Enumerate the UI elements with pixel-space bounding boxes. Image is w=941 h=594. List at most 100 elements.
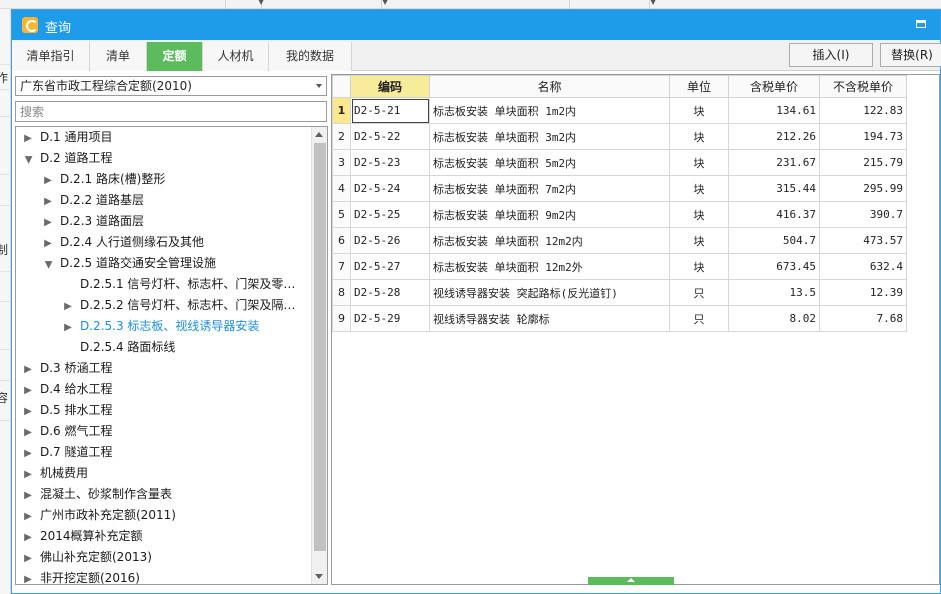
cell-code[interactable]: D2-5-22 <box>350 123 430 150</box>
insert-button[interactable]: 插入(I) <box>789 43 873 67</box>
expand-arrow-icon[interactable]: ▶ <box>42 171 54 191</box>
tree-node[interactable]: D.2.5.1 信号灯杆、标志杆、门架及零… <box>80 274 295 294</box>
tree-scrollbar[interactable] <box>311 127 327 584</box>
column-header-name[interactable]: 名称 <box>429 75 670 98</box>
column-header-tax-price[interactable]: 含税单价 <box>728 75 820 98</box>
panel-resize-handle[interactable] <box>588 577 674 585</box>
cell-unit[interactable]: 只 <box>669 279 729 306</box>
expand-arrow-icon[interactable]: ▶ <box>22 444 34 464</box>
column-header-code[interactable]: 编码 <box>350 75 430 98</box>
expand-arrow-icon[interactable]: ▶ <box>22 381 34 401</box>
table-row[interactable]: 7 D2-5-27 标志板安装 单块面积 12m2外 块 673.45 632.… <box>332 253 907 280</box>
cell-unit[interactable]: 块 <box>669 253 729 280</box>
cell-notax-price[interactable]: 473.57 <box>819 227 907 254</box>
tree-node[interactable]: ▶ D.1 通用项目 <box>22 127 112 147</box>
cell-tax-price[interactable]: 504.7 <box>728 227 820 254</box>
tree-node[interactable]: ▶ D.2 道路工程 <box>22 148 113 168</box>
cell-name[interactable]: 视线诱导器安装 轮廓标 <box>429 305 670 332</box>
cell-unit[interactable]: 块 <box>669 149 729 176</box>
cell-notax-price[interactable]: 12.39 <box>819 279 907 306</box>
cell-tax-price[interactable]: 134.61 <box>728 97 820 124</box>
collapse-arrow-icon[interactable]: ▶ <box>38 259 58 271</box>
cell-tax-price[interactable]: 315.44 <box>728 175 820 202</box>
cell-name[interactable]: 标志板安装 单块面积 12m2外 <box>429 253 670 280</box>
cell-tax-price[interactable]: 673.45 <box>728 253 820 280</box>
table-row[interactable]: 2 D2-5-22 标志板安装 单块面积 3m2内 块 212.26 194.7… <box>332 123 907 150</box>
table-row[interactable]: 5 D2-5-25 标志板安装 单块面积 9m2内 块 416.37 390.7 <box>332 201 907 228</box>
dialog-titlebar[interactable]: 查询 <box>12 10 940 40</box>
expand-arrow-icon[interactable]: ▶ <box>22 402 34 422</box>
cell-name[interactable]: 标志板安装 单块面积 7m2内 <box>429 175 670 202</box>
tree-node[interactable]: ▶ 佛山补充定额(2013) <box>22 547 152 567</box>
table-row[interactable]: 1 D2-5-21 标志板安装 单块面积 1m2内 块 134.61 122.8… <box>332 97 907 124</box>
cell-name[interactable]: 标志板安装 单块面积 5m2内 <box>429 149 670 176</box>
search-input[interactable] <box>15 101 327 122</box>
replace-button[interactable]: 替换(R) <box>880 43 941 67</box>
cell-name[interactable]: 视线诱导器安装 突起路标(反光道钉) <box>429 279 670 306</box>
cell-notax-price[interactable]: 390.7 <box>819 201 907 228</box>
tab-quota[interactable]: 定额 <box>147 42 203 71</box>
cell-tax-price[interactable]: 13.5 <box>728 279 820 306</box>
column-header-notax-price[interactable]: 不含税单价 <box>819 75 907 98</box>
cell-unit[interactable]: 块 <box>669 123 729 150</box>
scroll-up-icon[interactable] <box>315 132 323 137</box>
tree-node[interactable]: ▶ 2014概算补充定额 <box>22 526 142 546</box>
tree-node[interactable]: ▶ D.2.1 路床(槽)整形 <box>42 169 165 189</box>
tree-node[interactable]: ▶ D.2.5 道路交通安全管理设施 <box>42 253 216 273</box>
cell-tax-price[interactable]: 8.02 <box>728 305 820 332</box>
expand-arrow-icon[interactable]: ▶ <box>42 234 54 254</box>
expand-arrow-icon[interactable]: ▶ <box>22 486 34 506</box>
cell-unit[interactable]: 块 <box>669 175 729 202</box>
expand-arrow-icon[interactable]: ▶ <box>42 213 54 233</box>
table-row[interactable]: 9 D2-5-29 视线诱导器安装 轮廓标 只 8.02 7.68 <box>332 305 907 332</box>
cell-code[interactable]: D2-5-29 <box>350 305 430 332</box>
tree-node-selected[interactable]: ▶ D.2.5.3 标志板、视线诱导器安装 <box>62 316 259 336</box>
tree-node[interactable]: ▶ 广州市政补充定额(2011) <box>22 505 176 525</box>
cell-code[interactable]: D2-5-28 <box>350 279 430 306</box>
tree-node[interactable]: ▶ D.6 燃气工程 <box>22 421 112 443</box>
table-row[interactable]: 8 D2-5-28 视线诱导器安装 突起路标(反光道钉) 只 13.5 12.3… <box>332 279 907 306</box>
expand-arrow-icon[interactable]: ▶ <box>22 423 34 443</box>
tree-node[interactable]: ▶ D.2.4 人行道侧缘石及其他 <box>42 232 204 252</box>
expand-arrow-icon[interactable]: ▶ <box>42 192 54 212</box>
expand-arrow-icon[interactable]: ▶ <box>22 465 34 485</box>
cell-code[interactable]: D2-5-27 <box>350 253 430 280</box>
tree-node[interactable]: ▶ 机械费用 <box>22 463 88 483</box>
scrollbar-thumb[interactable] <box>314 143 326 551</box>
tree-node[interactable]: ▶ D.3 桥涵工程 <box>22 358 112 380</box>
tab-bill[interactable]: 清单 <box>90 42 147 71</box>
cell-code[interactable]: D2-5-21 <box>350 97 430 124</box>
cell-notax-price[interactable]: 194.73 <box>819 123 907 150</box>
cell-notax-price[interactable]: 295.99 <box>819 175 907 202</box>
expand-arrow-icon[interactable]: ▶ <box>22 507 34 527</box>
tree-node[interactable]: ▶ D.2.5.2 信号灯杆、标志杆、门架及隔… <box>62 295 295 315</box>
cell-unit[interactable]: 块 <box>669 201 729 228</box>
table-row[interactable]: 3 D2-5-23 标志板安装 单块面积 5m2内 块 231.67 215.7… <box>332 149 907 176</box>
cell-notax-price[interactable]: 122.83 <box>819 97 907 124</box>
column-header-unit[interactable]: 单位 <box>669 75 729 98</box>
expand-arrow-icon[interactable]: ▶ <box>62 318 74 338</box>
cell-name[interactable]: 标志板安装 单块面积 12m2内 <box>429 227 670 254</box>
cell-name[interactable]: 标志板安装 单块面积 1m2内 <box>429 97 670 124</box>
cell-name[interactable]: 标志板安装 单块面积 9m2内 <box>429 201 670 228</box>
expand-arrow-icon[interactable]: ▶ <box>22 360 34 380</box>
cell-name[interactable]: 标志板安装 单块面积 3m2内 <box>429 123 670 150</box>
tree-node[interactable]: ▶ D.7 隧道工程 <box>22 442 112 464</box>
expand-arrow-icon[interactable]: ▶ <box>22 570 34 584</box>
cell-code[interactable]: D2-5-23 <box>350 149 430 176</box>
tree-node[interactable]: ▶ D.4 给水工程 <box>22 379 112 401</box>
scroll-down-icon[interactable] <box>315 574 323 579</box>
expand-arrow-icon[interactable]: ▶ <box>62 297 74 317</box>
tree-node[interactable]: D.2.5.4 路面标线 <box>80 337 175 357</box>
maximize-icon[interactable] <box>916 20 926 28</box>
cell-tax-price[interactable]: 231.67 <box>728 149 820 176</box>
tab-my-data[interactable]: 我的数据 <box>269 42 352 71</box>
tree-node[interactable]: ▶ D.2.2 道路基层 <box>42 190 144 210</box>
chevron-down-icon[interactable] <box>316 84 322 88</box>
table-row[interactable]: 6 D2-5-26 标志板安装 单块面积 12m2内 块 504.7 473.5… <box>332 227 907 254</box>
cell-notax-price[interactable]: 7.68 <box>819 305 907 332</box>
cell-tax-price[interactable]: 212.26 <box>728 123 820 150</box>
tree-node[interactable]: ▶ D.2.3 道路面层 <box>42 211 144 231</box>
tab-bill-guide[interactable]: 清单指引 <box>12 42 90 71</box>
collapse-arrow-icon[interactable]: ▶ <box>18 154 38 166</box>
